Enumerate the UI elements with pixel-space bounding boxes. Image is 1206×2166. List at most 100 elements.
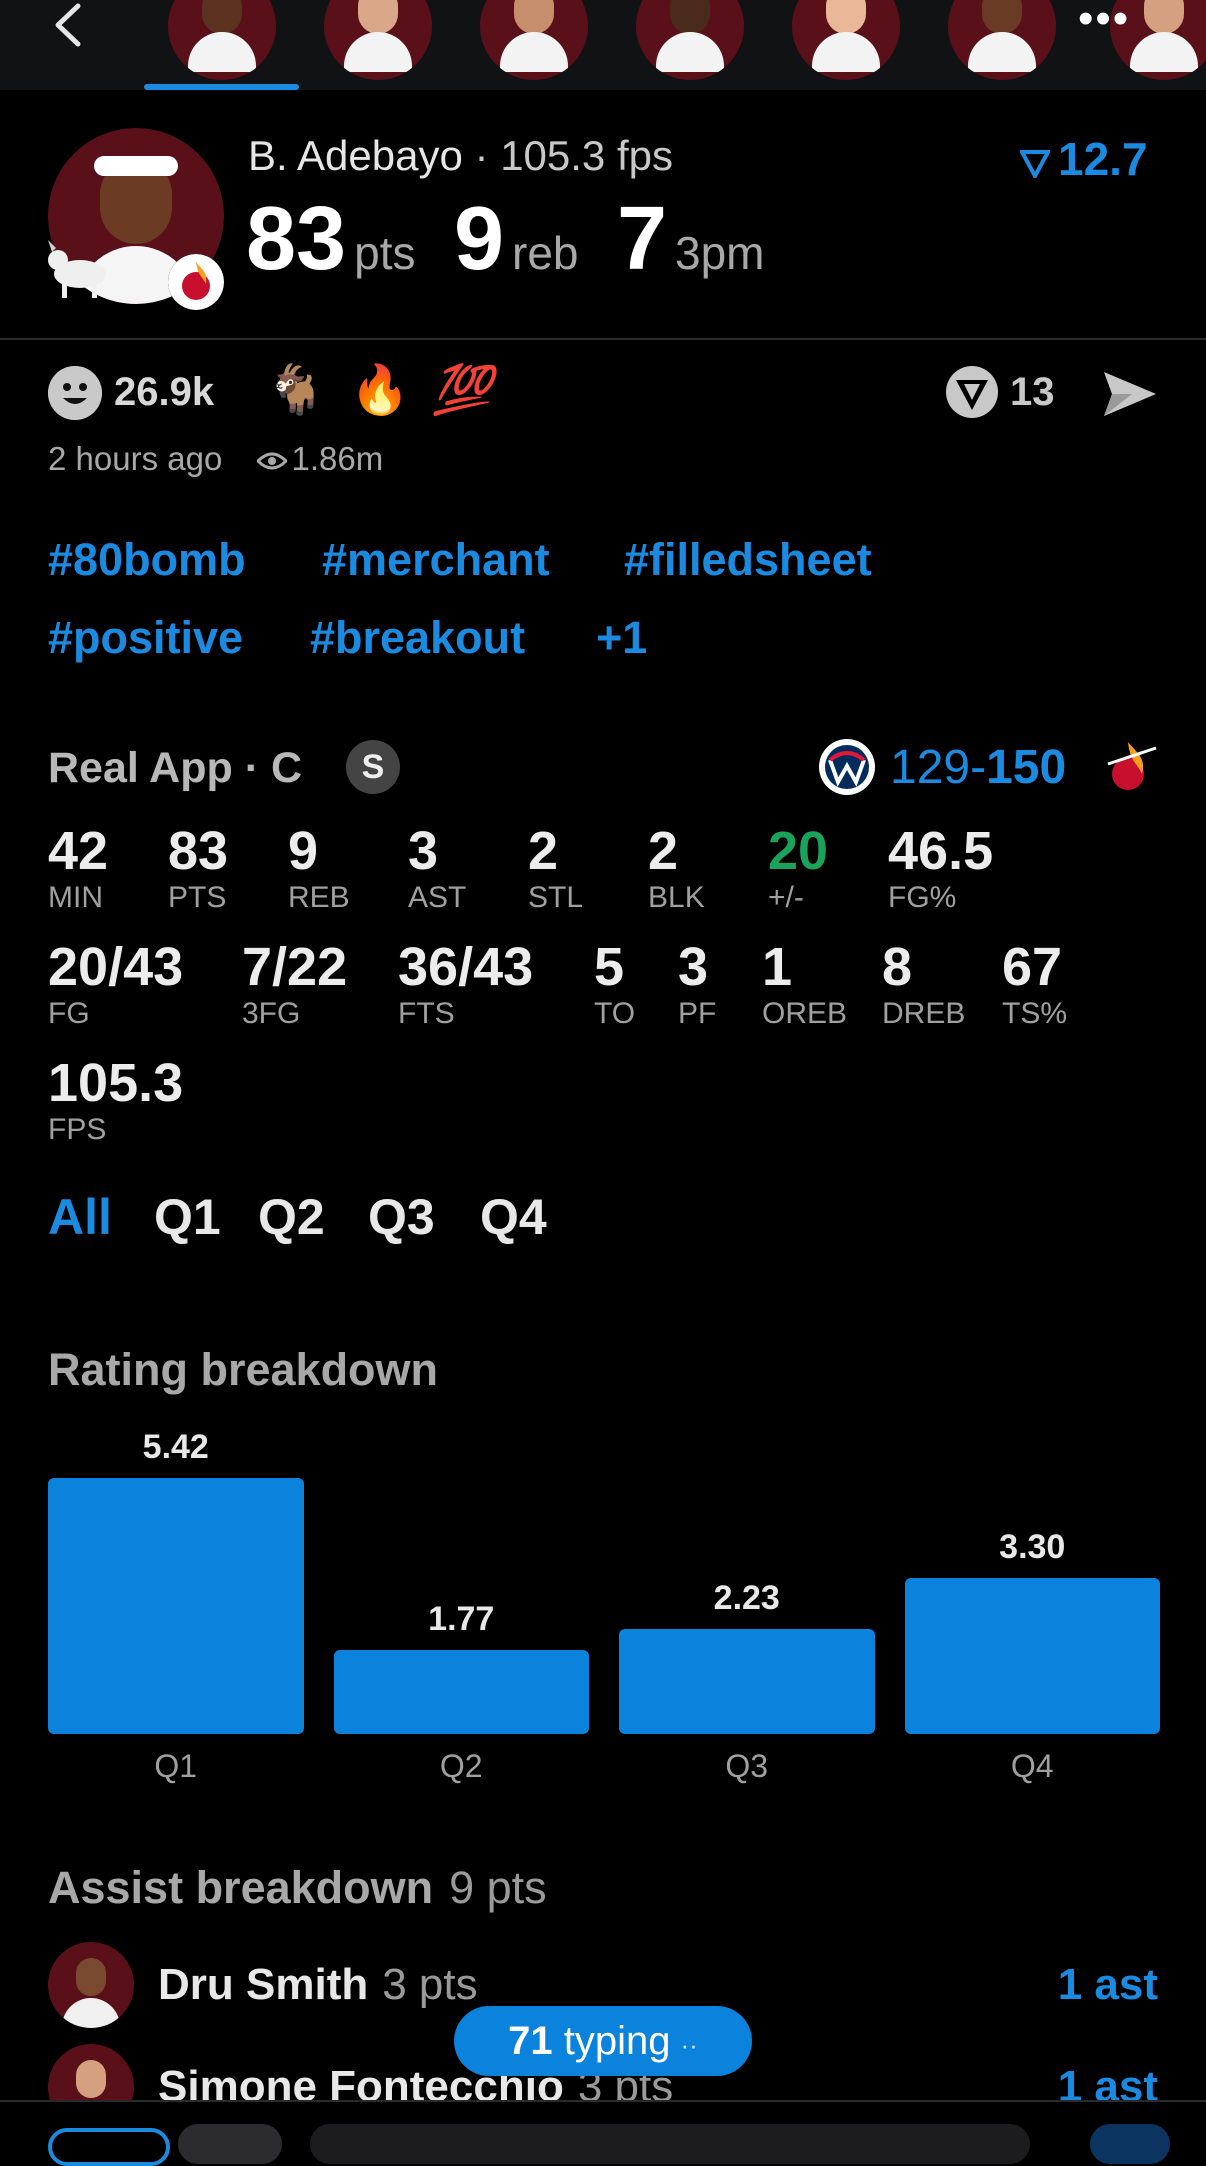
chart-category-label: Q4 xyxy=(1010,1748,1054,1784)
player-name[interactable]: B. Adebayo xyxy=(248,132,463,179)
chart-category-label: Q3 xyxy=(725,1748,769,1784)
chart-category-label: Q1 xyxy=(154,1748,198,1784)
hashtag[interactable]: #positive xyxy=(48,612,243,664)
stat-min: 42 MIN xyxy=(48,821,109,914)
views-eye-icon xyxy=(257,452,288,470)
bottom-send-button[interactable] xyxy=(1090,2124,1170,2164)
player-avatar[interactable] xyxy=(948,0,1056,80)
chart-value-label: 2.23 xyxy=(713,1578,780,1617)
player-name-line: B. Adebayo · 105.3 fps xyxy=(248,132,673,180)
threes-value: 7 xyxy=(616,189,667,289)
heat-logo-icon xyxy=(1107,742,1157,790)
stat-dreb: 8 DREB xyxy=(882,937,966,1030)
stat-fts: 36/43 FTS xyxy=(398,937,534,1030)
more-options-icon[interactable]: ••• xyxy=(1078,0,1142,41)
assist-breakdown-total: 9 pts xyxy=(449,1862,547,1913)
assist-breakdown-title: Assist breakdown 9 pts xyxy=(48,1862,547,1914)
assist-breakdown-label: Assist breakdown xyxy=(48,1862,434,1913)
stat-plus-minus: 20 +/- xyxy=(768,821,829,914)
hashtag[interactable]: #80bomb xyxy=(48,534,246,586)
rating-value: 12.7 xyxy=(1058,133,1148,185)
bottom-bar xyxy=(0,2100,1206,2166)
typing-label: typing xyxy=(563,2019,671,2063)
goat-emoji-reaction[interactable]: 🐐 xyxy=(266,362,326,420)
comments-icon[interactable] xyxy=(944,364,1000,420)
more-tags[interactable]: +1 xyxy=(596,612,647,664)
post-meta: 2 hours ago 1.86m xyxy=(48,440,383,478)
hashtag[interactable]: #breakout xyxy=(310,612,525,664)
player-avatar[interactable] xyxy=(480,0,588,80)
back-chevron-icon[interactable] xyxy=(48,2,88,48)
stat-fps: 105.3 FPS xyxy=(48,1053,184,1146)
threes-unit: 3pm xyxy=(675,227,765,279)
header-divider xyxy=(0,338,1206,340)
comment-count: 13 xyxy=(1010,370,1055,414)
rating-breakdown-title: Rating breakdown xyxy=(48,1344,439,1395)
stat-to: 5 TO xyxy=(594,937,636,1030)
share-send-icon[interactable] xyxy=(1102,368,1158,420)
stat-fg: 20/43 FG xyxy=(48,937,184,1030)
score-dash: - xyxy=(970,741,987,794)
assist-count: 1 ast xyxy=(1057,1960,1158,2009)
chart-value-label: 5.42 xyxy=(142,1428,209,1466)
assist-player-name: Dru Smith xyxy=(158,1960,369,2009)
chart-value-label: 3.30 xyxy=(999,1528,1066,1567)
tab-q4[interactable]: Q4 xyxy=(480,1188,547,1246)
stat-ts-pct: 67 TS% xyxy=(1002,937,1068,1030)
stat-3fg: 7/22 3FG xyxy=(242,937,348,1030)
player-rating[interactable]: 12.7 xyxy=(1020,132,1148,186)
player-avatar[interactable] xyxy=(792,0,900,80)
tab-q1[interactable]: Q1 xyxy=(154,1188,221,1246)
chart-category-label: Q2 xyxy=(439,1748,483,1784)
typing-dots: ·· xyxy=(680,2030,698,2060)
reaction-count: 26.9k xyxy=(114,370,215,414)
player-avatar-adebayo[interactable] xyxy=(168,0,276,80)
tab-q3[interactable]: Q3 xyxy=(368,1188,435,1246)
bottom-action-button[interactable] xyxy=(178,2124,282,2164)
view-count: 1.86m xyxy=(291,440,384,477)
game-score[interactable]: 129-150 xyxy=(890,740,1066,795)
away-score: 129 xyxy=(890,741,971,794)
player-avatar[interactable] xyxy=(324,0,432,80)
post-time: 2 hours ago xyxy=(48,440,223,477)
headline-stats: 83 pts 9 reb 7 3pm xyxy=(246,188,798,291)
player-fps: 105.3 fps xyxy=(500,132,673,179)
stat-reb: 9 REB xyxy=(288,821,350,914)
rebounds-value: 9 xyxy=(453,189,504,289)
wizards-logo-icon xyxy=(819,739,875,795)
stat-fg-pct: 46.5 FG% xyxy=(888,821,994,914)
starter-badge: S xyxy=(346,740,400,794)
rebounds-unit: reb xyxy=(512,227,579,279)
separator: · xyxy=(474,132,489,179)
tab-q2[interactable]: Q2 xyxy=(258,1188,325,1246)
rating-triangle-icon xyxy=(1020,149,1050,178)
hashtag[interactable]: #filledsheet xyxy=(624,534,872,586)
smiley-react-icon[interactable] xyxy=(48,366,102,420)
player-strip: ••• xyxy=(0,0,1206,90)
game-line: Real App · C S 129-150 xyxy=(48,738,1158,798)
chart-bar-q2[interactable] xyxy=(333,1650,589,1734)
home-score: 150 xyxy=(986,741,1067,794)
tab-all[interactable]: All xyxy=(48,1188,112,1246)
stat-oreb: 1 OREB xyxy=(762,937,848,1030)
stat-ast: 3 AST xyxy=(408,821,467,914)
typing-count: 71 xyxy=(508,2019,553,2063)
bottom-tab-button[interactable] xyxy=(48,2128,170,2166)
game-title: Real App · C xyxy=(48,744,303,792)
goat-icon xyxy=(48,240,106,298)
fire-emoji-reaction[interactable]: 🔥 xyxy=(350,362,410,420)
hundred-emoji-reaction[interactable]: 💯 xyxy=(432,362,492,420)
stat-stl: 2 STL xyxy=(528,821,584,914)
chart-bar-q3[interactable] xyxy=(619,1628,875,1734)
hashtag[interactable]: #merchant xyxy=(322,534,550,586)
stat-blk: 2 BLK xyxy=(648,821,705,914)
chart-bar-q4[interactable] xyxy=(904,1578,1160,1734)
comment-input[interactable] xyxy=(310,2124,1030,2164)
rating-breakdown-chart: 5.42 Q1 1.77 Q2 2.23 Q3 3.30 Q4 xyxy=(48,1420,1160,1790)
chart-bar-q1[interactable] xyxy=(48,1478,304,1734)
player-avatar[interactable] xyxy=(636,0,744,80)
stat-pf: 3 PF xyxy=(678,937,717,1030)
selected-player-indicator xyxy=(144,84,299,90)
heat-logo-icon xyxy=(168,254,224,310)
typing-indicator[interactable]: 71 typing ·· xyxy=(454,2006,752,2076)
